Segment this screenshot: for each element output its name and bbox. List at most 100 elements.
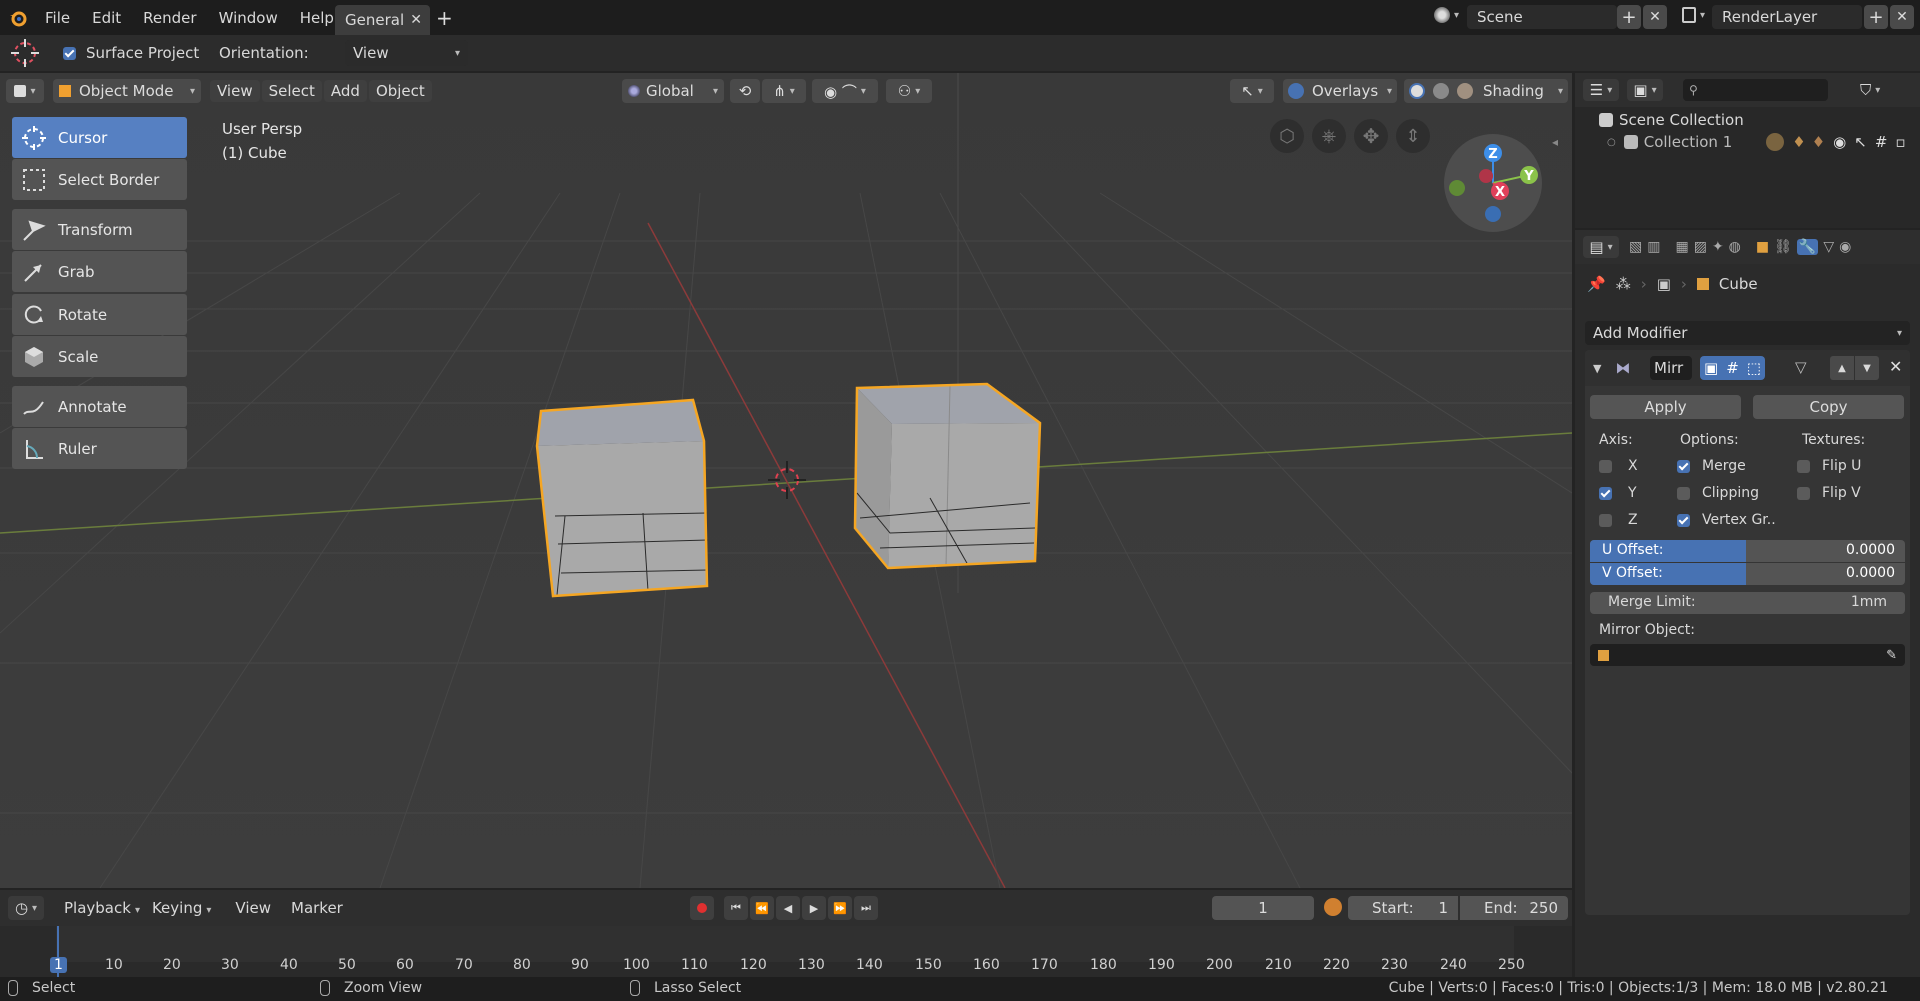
overlays-dropdown[interactable]: Overlays ▾ <box>1283 79 1397 103</box>
output-tab-icon[interactable]: ▦ <box>1675 239 1688 255</box>
material-tab-icon[interactable]: ◉ <box>1839 239 1851 255</box>
workspace-tab[interactable]: General ✕ <box>335 5 430 35</box>
show-gizmo-dropdown[interactable]: ⚇ ▾ <box>886 79 932 103</box>
tree-row-scene-collection[interactable]: Scene Collection <box>1599 109 1744 131</box>
play-button[interactable]: ▶ <box>802 896 826 920</box>
expand-icon[interactable]: ○ <box>1607 137 1616 148</box>
viewport-disable-icon[interactable]: # <box>1875 133 1888 151</box>
play-reverse-button[interactable]: ◀ <box>776 896 800 920</box>
select-arrow-icon[interactable]: ↖ <box>1854 133 1867 151</box>
renderlayer-field[interactable]: RenderLayer <box>1712 5 1862 29</box>
object-tab-icon[interactable]: ■ <box>1756 239 1769 255</box>
scene-tab-icon[interactable]: ✦ <box>1712 239 1724 255</box>
material-shading-icon[interactable] <box>1433 83 1449 99</box>
menu-edit[interactable]: Edit <box>81 9 132 27</box>
vertex-groups-box[interactable] <box>1677 513 1690 527</box>
menu-add[interactable]: Add <box>323 80 367 102</box>
menu-file[interactable]: File <box>34 9 81 27</box>
merge-box[interactable] <box>1677 459 1690 473</box>
prev-keyframe-button[interactable]: ⏪ <box>750 896 774 920</box>
camera-view-icon[interactable]: ⎈ <box>1312 119 1346 153</box>
constraints-tab-icon[interactable]: ⛓ <box>1774 239 1792 255</box>
pivot-point-dropdown[interactable]: ⟲ <box>730 79 760 103</box>
new-renderlayer-button[interactable]: + <box>1864 5 1888 29</box>
cage-toggle-icon[interactable]: ▽ <box>1795 358 1807 376</box>
world-tab-icon[interactable]: ◍ <box>1729 239 1741 255</box>
menu-playback[interactable]: Playback ▾ <box>58 899 146 917</box>
tool-cursor[interactable]: Cursor <box>12 117 187 158</box>
menu-view[interactable]: View <box>210 80 260 102</box>
properties-editor-type[interactable]: ▤ ▾ <box>1583 236 1619 258</box>
camera-icon[interactable]: ♦ <box>1812 133 1825 151</box>
menu-timeline-view[interactable]: View <box>217 899 277 917</box>
toggle-camera-perspective-icon[interactable]: ⬡ <box>1270 119 1304 153</box>
frame-tick-current[interactable]: 1 <box>50 957 67 973</box>
menu-window[interactable]: Window <box>208 9 289 27</box>
sidebar-toggle-icon[interactable]: ◂ <box>1552 135 1558 149</box>
exclude-checkbox-icon[interactable] <box>1766 133 1785 151</box>
renderlayer-type-icon[interactable]: ▾ <box>1682 7 1705 23</box>
axis-z-checkbox[interactable]: Z <box>1599 512 1638 528</box>
copy-button[interactable]: Copy <box>1753 395 1904 419</box>
end-frame-field[interactable]: End: 250 <box>1460 896 1568 920</box>
eye-icon[interactable]: ◉ <box>1833 133 1846 151</box>
close-tab-icon[interactable]: ✕ <box>410 12 422 28</box>
axis-y-box[interactable] <box>1599 486 1612 500</box>
axis-z-box[interactable] <box>1599 513 1612 527</box>
jump-start-button[interactable]: ⏮ <box>724 896 748 920</box>
menu-marker[interactable]: Marker <box>277 899 349 917</box>
cube-left[interactable] <box>535 398 709 598</box>
timeline-editor-type[interactable]: ◷ ▾ <box>8 896 44 920</box>
tool-transform[interactable]: Transform <box>12 209 187 250</box>
tool-grab[interactable]: Grab <box>12 251 187 292</box>
delete-scene-button[interactable]: ✕ <box>1643 5 1667 29</box>
add-modifier-dropdown[interactable]: Add Modifier ▾ <box>1585 321 1910 345</box>
solid-shading-icon[interactable] <box>1409 83 1425 99</box>
move-down-button[interactable]: ▼ <box>1855 356 1879 380</box>
render-disable-icon[interactable]: ▫ <box>1895 133 1905 151</box>
zoom-view-icon[interactable]: ⇕ <box>1396 119 1430 153</box>
merge-checkbox[interactable]: Merge <box>1677 458 1746 474</box>
proportional-edit-dropdown[interactable]: ◉ ⌒ ▾ <box>812 79 878 103</box>
shading-dropdown[interactable]: Shading ▾ <box>1404 79 1568 103</box>
axis-x-checkbox[interactable]: X <box>1599 458 1638 474</box>
u-offset-slider[interactable]: U Offset: 0.0000 <box>1590 540 1905 562</box>
scene-field[interactable]: Scene <box>1467 5 1617 29</box>
outliner-search[interactable]: ⚲ <box>1683 79 1828 101</box>
viewport-3d[interactable]: ▾ Object Mode ▾ View Select Add Object G… <box>0 73 1572 888</box>
axis-y-checkbox[interactable]: Y <box>1599 485 1637 501</box>
render-tab-icon[interactable]: ▥ <box>1647 239 1660 255</box>
menu-render[interactable]: Render <box>132 9 207 27</box>
record-button[interactable] <box>690 896 714 920</box>
tree-row-collection[interactable]: ○ Collection 1 ♦ ♦ ◉ ↖ # ▫ <box>1607 131 1920 153</box>
tool-scale[interactable]: Scale <box>12 336 187 377</box>
jump-end-button[interactable]: ⏭ <box>854 896 878 920</box>
view-layer-tab-icon[interactable]: ▨ <box>1694 239 1707 255</box>
rendered-shading-icon[interactable] <box>1457 83 1473 99</box>
surface-project-toggle[interactable]: Surface Project <box>63 44 199 62</box>
transform-orientation-dropdown[interactable]: Global ▾ <box>622 79 724 103</box>
blender-logo-icon[interactable] <box>8 8 28 28</box>
remove-modifier-icon[interactable]: ✕ <box>1889 357 1902 376</box>
data-tab-icon[interactable]: ▽ <box>1823 239 1834 255</box>
viewport-toggle-icon[interactable]: # <box>1726 359 1739 377</box>
flip-u-checkbox[interactable]: Flip U <box>1797 458 1861 474</box>
merge-limit-field[interactable]: Merge Limit: 1mm <box>1590 592 1905 614</box>
render-toggle-icon[interactable]: ▣ <box>1704 359 1718 377</box>
menu-select[interactable]: Select <box>261 80 322 102</box>
tool-select-border[interactable]: Select Border <box>12 159 187 200</box>
vertex-groups-checkbox[interactable]: Vertex Gr.. <box>1677 512 1776 528</box>
preview-range-icon[interactable] <box>1324 898 1342 916</box>
clipping-box[interactable] <box>1677 486 1690 500</box>
orientation-dropdown[interactable]: View ▾ <box>345 40 468 66</box>
modifier-name-field[interactable]: Mirr <box>1650 356 1692 380</box>
axis-x-box[interactable] <box>1599 459 1612 473</box>
outliner-editor-type[interactable]: ☰ ▾ <box>1583 79 1619 101</box>
tool-tab-icon[interactable]: ▧ <box>1629 239 1642 255</box>
collapse-icon[interactable]: ▼ <box>1593 362 1601 375</box>
flip-u-box[interactable] <box>1797 459 1810 473</box>
clipping-checkbox[interactable]: Clipping <box>1677 485 1759 501</box>
modifier-tab-icon[interactable]: 🔧 <box>1796 239 1819 255</box>
surface-project-checkbox[interactable] <box>63 46 76 60</box>
flip-v-box[interactable] <box>1797 486 1810 500</box>
